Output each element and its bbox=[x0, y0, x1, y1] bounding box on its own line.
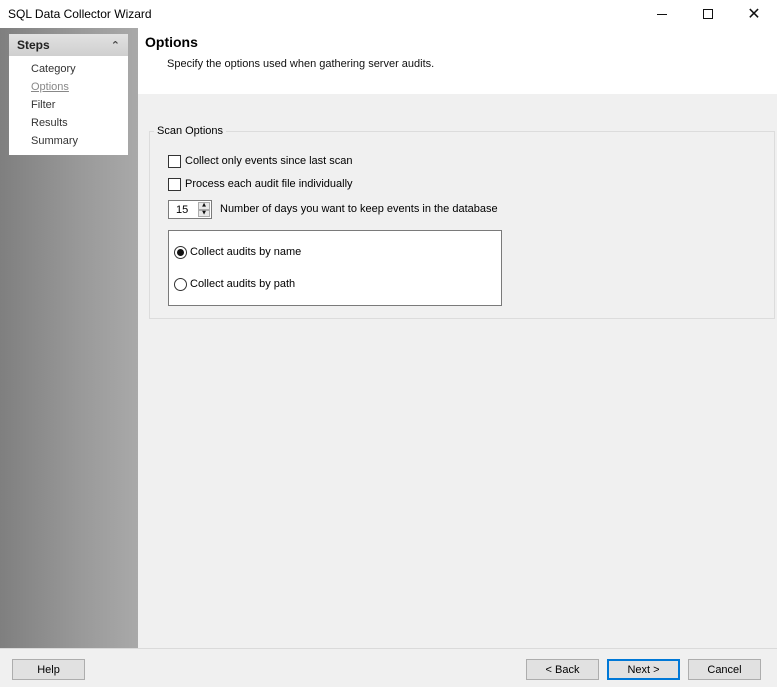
steps-panel: Steps ⌃ Category Options Filter Results … bbox=[9, 34, 128, 155]
process-individually-checkbox[interactable] bbox=[168, 177, 181, 191]
step-summary: Summary bbox=[31, 135, 79, 147]
back-button[interactable]: < Back bbox=[526, 659, 599, 680]
step-category: Category bbox=[31, 63, 76, 75]
help-button[interactable]: Help bbox=[12, 659, 85, 680]
days-value[interactable]: 15 bbox=[176, 204, 188, 216]
days-spinner[interactable]: 15 ▲ ▼ bbox=[168, 200, 212, 219]
step-filter: Filter bbox=[31, 99, 56, 111]
steps-list: Category Options Filter Results Summary bbox=[9, 56, 128, 150]
collect-since-last-scan-row[interactable]: Collect only events since last scan bbox=[168, 154, 353, 168]
collect-by-name-radio[interactable] bbox=[174, 245, 187, 259]
minimize-button[interactable] bbox=[639, 0, 685, 28]
steps-pane: Steps ⌃ Category Options Filter Results … bbox=[0, 28, 138, 648]
double-chevron-up-icon[interactable]: ⌃ bbox=[111, 39, 120, 52]
step-options[interactable]: Options bbox=[31, 78, 128, 96]
page-subtitle: Specify the options used when gathering … bbox=[167, 58, 435, 70]
collect-by-path-radio[interactable] bbox=[174, 277, 187, 291]
collect-by-path-row[interactable]: Collect audits by path bbox=[174, 277, 295, 291]
next-button[interactable]: Next > bbox=[607, 659, 680, 680]
steps-header[interactable]: Steps ⌃ bbox=[9, 34, 128, 56]
spin-up-icon[interactable]: ▲ bbox=[198, 202, 210, 210]
spinner-buttons: ▲ ▼ bbox=[198, 202, 210, 217]
window-title: SQL Data Collector Wizard bbox=[8, 7, 152, 21]
scan-options-legend: Scan Options bbox=[154, 125, 227, 137]
collect-by-name-label[interactable]: Collect audits by name bbox=[190, 246, 301, 258]
steps-header-label: Steps bbox=[17, 38, 50, 52]
minimize-icon bbox=[657, 13, 667, 15]
collect-by-path-label[interactable]: Collect audits by path bbox=[190, 278, 295, 290]
page-title: Options bbox=[145, 34, 198, 50]
title-bar: SQL Data Collector Wizard ✕ bbox=[0, 0, 777, 28]
page-header: Options Specify the options used when ga… bbox=[138, 28, 777, 94]
close-icon: ✕ bbox=[747, 4, 761, 23]
maximize-icon bbox=[703, 9, 713, 19]
collect-by-name-row[interactable]: Collect audits by name bbox=[174, 245, 301, 259]
cancel-button[interactable]: Cancel bbox=[688, 659, 761, 680]
collect-since-last-scan-checkbox[interactable] bbox=[168, 154, 181, 168]
button-bar: Help < Back Next > Cancel bbox=[0, 648, 777, 687]
spin-down-icon[interactable]: ▼ bbox=[198, 209, 210, 217]
maximize-button[interactable] bbox=[685, 0, 731, 28]
close-button[interactable]: ✕ bbox=[731, 0, 777, 28]
step-results: Results bbox=[31, 117, 68, 129]
process-individually-label[interactable]: Process each audit file individually bbox=[185, 178, 353, 190]
days-label: Number of days you want to keep events i… bbox=[220, 203, 498, 215]
collect-mode-box: Collect audits by name Collect audits by… bbox=[168, 230, 502, 306]
collect-since-last-scan-label[interactable]: Collect only events since last scan bbox=[185, 155, 353, 167]
process-individually-row[interactable]: Process each audit file individually bbox=[168, 177, 353, 191]
